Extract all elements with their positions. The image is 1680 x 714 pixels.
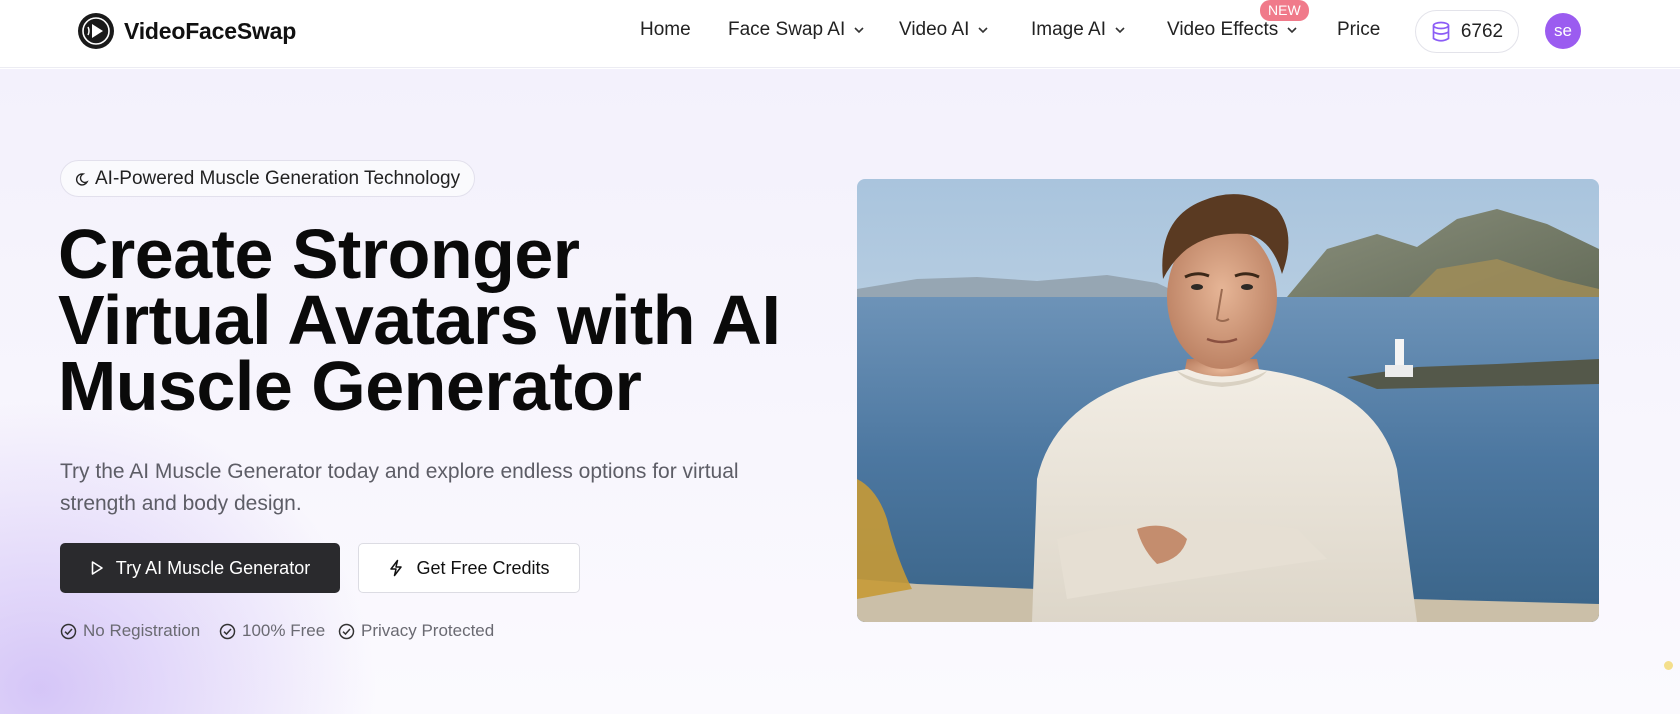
headline-line-2: Virtual Avatars with AI — [58, 281, 781, 359]
chevron-down-icon — [1115, 27, 1125, 34]
feature-privacy-protected: Privacy Protected — [338, 621, 494, 641]
top-navbar: VideoFaceSwap Home Face Swap AI Video AI… — [0, 0, 1680, 68]
nav-face-swap-label: Face Swap AI — [728, 19, 846, 40]
brand-name: VideoFaceSwap — [124, 17, 297, 44]
hero-illustration — [857, 179, 1599, 622]
nav-video-ai[interactable]: Video AI — [899, 19, 989, 41]
try-ai-muscle-generator-button[interactable]: Try AI Muscle Generator — [60, 543, 340, 593]
nav-video-ai-label: Video AI — [899, 19, 970, 40]
nav-home[interactable]: Home — [640, 19, 691, 41]
credits-count: 6762 — [1460, 20, 1504, 42]
feature-no-registration: No Registration — [60, 621, 200, 641]
get-free-credits-button[interactable]: Get Free Credits — [358, 543, 580, 593]
lightning-icon — [390, 559, 403, 577]
check-circle-icon — [219, 623, 236, 639]
try-ai-muscle-generator-label: Try AI Muscle Generator — [115, 557, 311, 578]
headline-line-3: Muscle Generator — [58, 347, 642, 425]
feature-100-free: 100% Free — [219, 621, 325, 641]
brand-link[interactable]: VideoFaceSwap — [78, 13, 296, 49]
hero-subtext: Try the AI Muscle Generator today and ex… — [60, 460, 739, 515]
get-free-credits-label: Get Free Credits — [416, 557, 550, 578]
chevron-down-icon — [854, 27, 864, 34]
nav-home-label: Home — [640, 19, 691, 40]
hero-section: AI-Powered Muscle Generation Technology … — [0, 69, 1680, 714]
nav-video-effects[interactable]: Video Effects — [1167, 19, 1298, 41]
hero-image — [857, 179, 1599, 622]
feature-label: No Registration — [83, 621, 201, 640]
play-icon — [91, 561, 103, 575]
credits-balance[interactable]: 6762 — [1415, 10, 1519, 53]
chevron-down-icon — [978, 27, 989, 34]
hero-headline: Create Stronger Virtual Avatars with AI … — [58, 215, 818, 425]
database-icon — [1432, 21, 1450, 42]
headline-line-1: Create Stronger — [58, 215, 580, 293]
user-avatar[interactable]: se — [1545, 13, 1581, 49]
nav-price-label: Price — [1337, 19, 1381, 40]
nav-image-ai[interactable]: Image AI — [1031, 19, 1126, 41]
moon-icon — [75, 172, 89, 186]
feature-label: 100% Free — [242, 621, 326, 640]
nav-image-ai-label: Image AI — [1031, 19, 1106, 40]
new-badge: NEW — [1260, 0, 1309, 21]
check-circle-icon — [338, 623, 355, 639]
chevron-down-icon — [1287, 27, 1297, 34]
nav-price[interactable]: Price — [1337, 19, 1380, 41]
technology-tag-label: AI-Powered Muscle Generation Technology — [95, 167, 461, 189]
feature-label: Privacy Protected — [361, 621, 495, 640]
decorative-dot — [1664, 661, 1673, 670]
check-circle-icon — [60, 623, 77, 639]
play-face-logo-icon — [78, 13, 114, 49]
nav-video-effects-label: Video Effects — [1167, 19, 1279, 40]
technology-tag: AI-Powered Muscle Generation Technology — [60, 160, 476, 197]
nav-face-swap-ai[interactable]: Face Swap AI — [728, 19, 865, 41]
